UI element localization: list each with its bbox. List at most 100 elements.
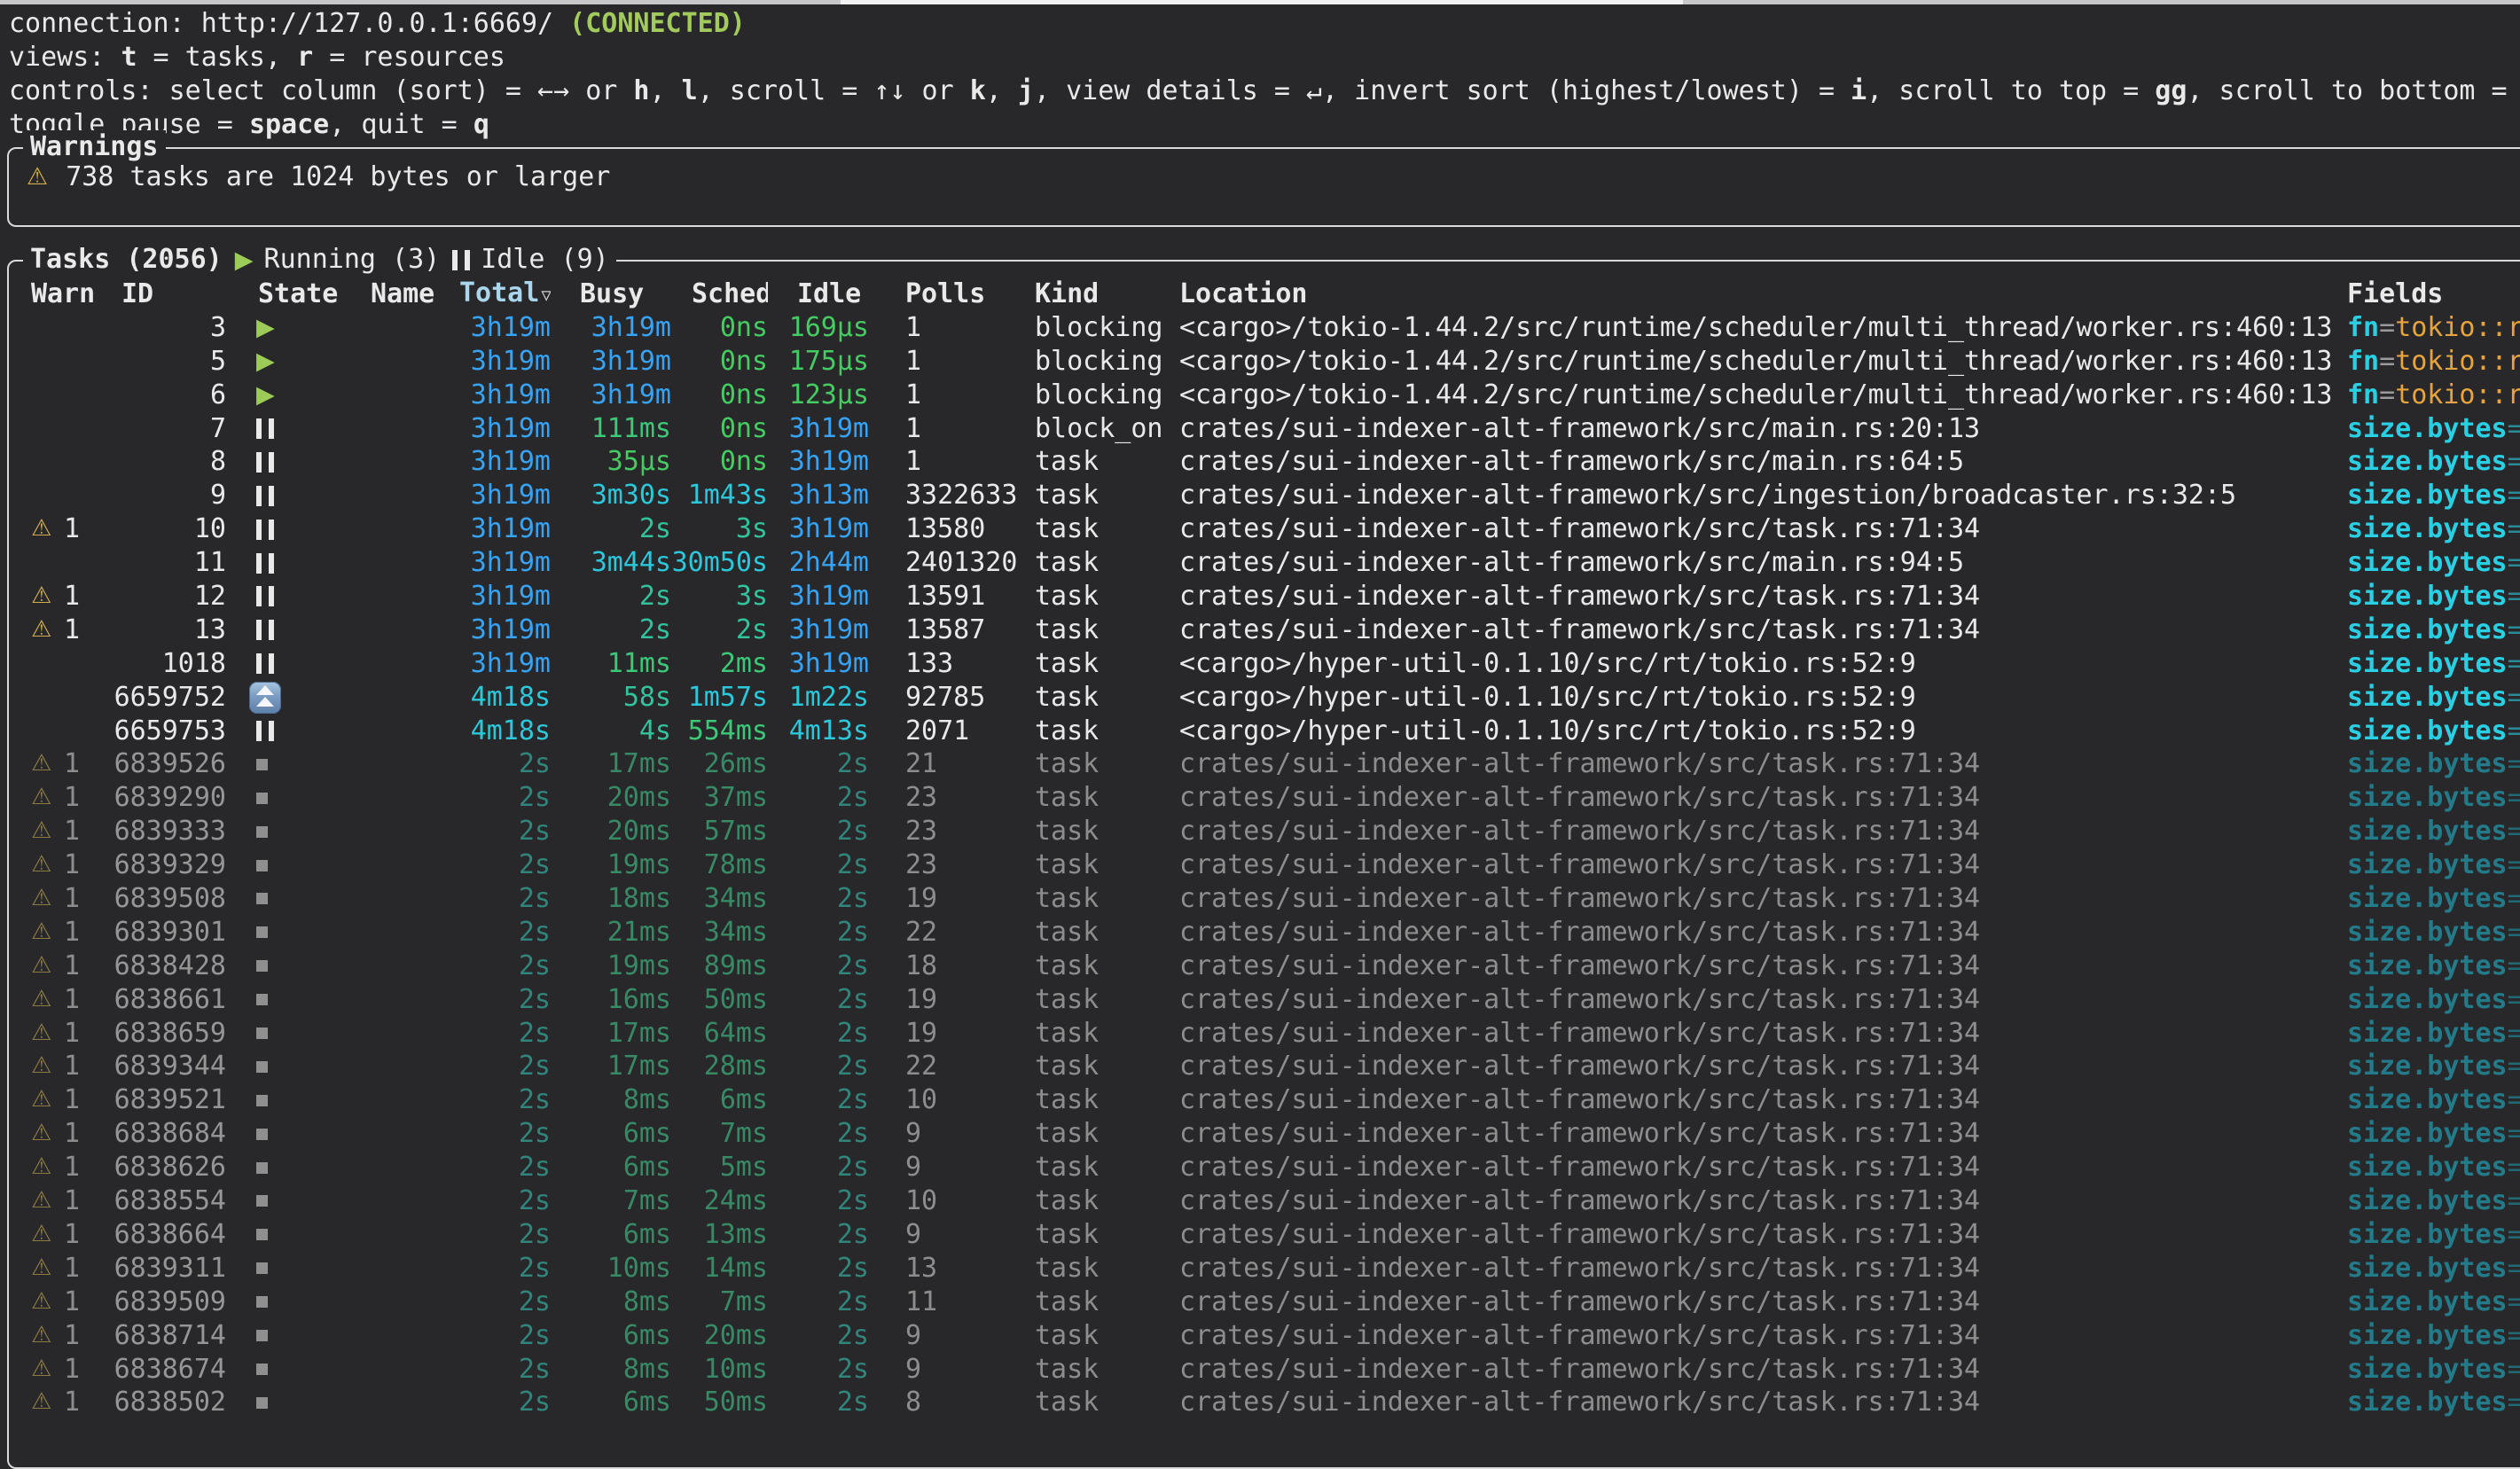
cell-sched: 37ms (671, 781, 768, 815)
duration-value: 2s (519, 917, 551, 948)
warn-count: 1 (64, 1386, 80, 1419)
table-row[interactable]: 83h19m35µs0ns3h19m1taskcrates/sui-indexe… (9, 445, 2520, 479)
duration-value: 2s (837, 1354, 869, 1385)
column-header-location[interactable]: Location (1179, 277, 2347, 311)
cell-kind: task (1035, 916, 1179, 949)
duration-value: 8ms (623, 1084, 671, 1115)
column-header-sched[interactable]: Sched (671, 277, 768, 311)
duration-value: 2s (519, 1185, 551, 1216)
column-header-polls[interactable]: Polls (869, 277, 1035, 311)
pause-icon (452, 250, 470, 270)
banner-text: space (249, 109, 329, 140)
duration-value: 169µs (789, 312, 869, 343)
column-header-name[interactable]: Name (364, 277, 448, 311)
table-row[interactable]: ⚠168395212s8ms6ms2s10taskcrates/sui-inde… (9, 1083, 2520, 1117)
table-row[interactable]: ⚠1133h19m2s2s3h19m13587taskcrates/sui-in… (9, 613, 2520, 647)
table-row[interactable]: 6▶3h19m3h19m0ns123µs1blocking<cargo>/tok… (9, 379, 2520, 412)
cell-total: 3h19m (448, 311, 551, 345)
cell-total: 2s (448, 1353, 551, 1387)
table-row[interactable]: ⚠168395092s8ms7ms2s11taskcrates/sui-inde… (9, 1285, 2520, 1319)
field-key: size.bytes (2347, 614, 2508, 645)
cell-location: <cargo>/tokio-1.44.2/src/runtime/schedul… (1179, 311, 2347, 345)
table-row[interactable]: ⚠168393292s19ms78ms2s23taskcrates/sui-in… (9, 848, 2520, 882)
cell-id: 9 (100, 479, 226, 512)
table-row[interactable]: ⚠168386642s6ms13ms2s9taskcrates/sui-inde… (9, 1218, 2520, 1252)
table-row[interactable]: 66597524m18s58s1m57s1m22s92785task<cargo… (9, 681, 2520, 715)
table-row[interactable]: ⚠168386262s6ms5ms2s9taskcrates/sui-index… (9, 1151, 2520, 1184)
duration-value: 2s (519, 1118, 551, 1149)
field-key: size.bytes (2347, 816, 2508, 847)
table-row[interactable]: ⚠1103h19m2s3s3h19m13580taskcrates/sui-in… (9, 512, 2520, 546)
table-row[interactable]: ⚠168386592s17ms64ms2s19taskcrates/sui-in… (9, 1017, 2520, 1051)
table-row[interactable]: 66597534m18s4s554ms4m13s2071task<cargo>/… (9, 715, 2520, 748)
warn-count: 1 (64, 1151, 80, 1184)
table-row[interactable]: ⚠168395082s18ms34ms2s19taskcrates/sui-in… (9, 882, 2520, 916)
column-header-idle[interactable]: Idle (768, 277, 869, 311)
field-key: size.bytes (2347, 480, 2508, 511)
field-key: size.bytes (2347, 682, 2508, 713)
duration-value: 2s (639, 614, 671, 645)
field-key: size.bytes (2347, 883, 2508, 914)
duration-value: 7ms (720, 1118, 768, 1149)
completed-icon (256, 1095, 268, 1106)
cell-polls: 11 (869, 1285, 1035, 1319)
table-row[interactable]: 73h19m111ms0ns3h19m1block_oncrates/sui-i… (9, 412, 2520, 446)
column-header-id[interactable]: ID (100, 277, 226, 311)
cell-busy: 20ms (551, 781, 671, 815)
duration-value: 2s (639, 581, 671, 612)
warning-icon: ⚠ (31, 1386, 64, 1419)
table-row[interactable]: ⚠168385022s6ms50ms2s8taskcrates/sui-inde… (9, 1386, 2520, 1419)
table-row[interactable]: ⚠168393112s10ms14ms2s13taskcrates/sui-in… (9, 1252, 2520, 1285)
cell-busy: 11ms (551, 647, 671, 681)
cell-location: crates/sui-indexer-alt-framework/src/tas… (1179, 848, 2347, 882)
table-row[interactable]: ⚠168387142s6ms20ms2s9taskcrates/sui-inde… (9, 1319, 2520, 1353)
column-header-warn[interactable]: Warn (25, 277, 100, 311)
cell-location: <cargo>/tokio-1.44.2/src/runtime/schedul… (1179, 345, 2347, 379)
cell-kind: task (1035, 815, 1179, 848)
field-key: size.bytes (2347, 648, 2508, 679)
table-row[interactable]: ⚠168395262s17ms26ms2s21taskcrates/sui-in… (9, 747, 2520, 781)
field-key: size.bytes (2347, 1354, 2508, 1385)
column-header-busy[interactable]: Busy (551, 277, 671, 311)
table-row[interactable]: ⚠168393012s21ms34ms2s22taskcrates/sui-in… (9, 916, 2520, 949)
pause-icon (256, 486, 274, 506)
banner-text: q (473, 109, 489, 140)
cell-kind: task (1035, 949, 1179, 983)
connection-url[interactable]: http://127.0.0.1:6669/ (201, 8, 553, 39)
cell-fields: size.bytes= (2347, 882, 2520, 916)
cell-busy: 2s (551, 580, 671, 613)
table-row[interactable]: ⚠168386842s6ms7ms2s9taskcrates/sui-index… (9, 1117, 2520, 1151)
cell-total: 2s (448, 1218, 551, 1252)
table-row[interactable]: ⚠168384282s19ms89ms2s18taskcrates/sui-in… (9, 949, 2520, 983)
table-row[interactable]: 10183h19m11ms2ms3h19m133task<cargo>/hype… (9, 647, 2520, 681)
cell-location: <cargo>/hyper-util-0.1.10/src/rt/tokio.r… (1179, 681, 2347, 715)
table-row[interactable]: 93h19m3m30s1m43s3h13m3322633taskcrates/s… (9, 479, 2520, 512)
cell-warn: ⚠1 (25, 512, 100, 546)
cell-fields: size.bytes= (2347, 1218, 2520, 1252)
cell-kind: task (1035, 1050, 1179, 1083)
cell-busy: 18ms (551, 882, 671, 916)
cell-busy: 20ms (551, 815, 671, 848)
cell-id: 6839311 (100, 1252, 226, 1285)
cell-warn: ⚠1 (25, 580, 100, 613)
column-header-state[interactable]: State (226, 277, 364, 311)
cell-warn: ⚠1 (25, 815, 100, 848)
banner-text: , scroll to bottom = (2187, 75, 2520, 106)
table-row[interactable]: 113h19m3m44s30m50s2h44m2401320taskcrates… (9, 546, 2520, 580)
table-row[interactable]: ⚠1123h19m2s3s3h19m13591taskcrates/sui-in… (9, 580, 2520, 613)
table-row[interactable]: ⚠168393332s20ms57ms2s23taskcrates/sui-in… (9, 815, 2520, 848)
cell-kind: blocking (1035, 379, 1179, 412)
column-header-kind[interactable]: Kind (1035, 277, 1179, 311)
table-row[interactable]: 3▶3h19m3h19m0ns169µs1blocking<cargo>/tok… (9, 311, 2520, 345)
warning-icon: ⚠ (31, 1252, 64, 1285)
table-row[interactable]: ⚠168385542s7ms24ms2s10taskcrates/sui-ind… (9, 1184, 2520, 1218)
cell-sched: 1m57s (671, 681, 768, 715)
table-row[interactable]: 5▶3h19m3h19m0ns175µs1blocking<cargo>/tok… (9, 345, 2520, 379)
table-row[interactable]: ⚠168393442s17ms28ms2s22taskcrates/sui-in… (9, 1050, 2520, 1083)
column-header-fields[interactable]: Fields (2347, 277, 2520, 311)
table-row[interactable]: ⚠168386742s8ms10ms2s9taskcrates/sui-inde… (9, 1353, 2520, 1387)
table-row[interactable]: ⚠168386612s16ms50ms2s19taskcrates/sui-in… (9, 983, 2520, 1017)
completed-icon (256, 1296, 268, 1308)
table-row[interactable]: ⚠168392902s20ms37ms2s23taskcrates/sui-in… (9, 781, 2520, 815)
column-header-total[interactable]: Total▿ (448, 277, 551, 311)
